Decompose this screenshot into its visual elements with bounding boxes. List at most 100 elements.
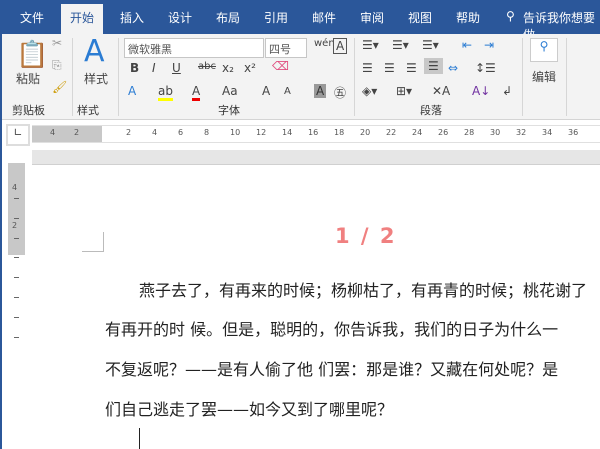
tab-help[interactable]: 帮助 [456,9,480,26]
paragraph-line[interactable]: 不复返呢？——是有人偷了他 们罢：那是谁？又藏在何处呢？是 [105,356,558,380]
enclose-characters-icon[interactable]: ㊄ [334,84,346,101]
tab-design[interactable]: 设计 [168,9,192,26]
tab-references[interactable]: 引用 [264,9,288,26]
borders-icon[interactable]: ⊞▾ [396,84,412,98]
styles-icon[interactable]: A [84,34,105,69]
paste-icon[interactable]: 📋 [16,40,48,70]
page-heading: 1 / 2 [335,224,397,248]
character-border-icon[interactable]: A [333,38,348,54]
paragraph-line[interactable]: 燕子去了，有再来的时候；杨柳枯了，有再青的时候；桃花谢了 [139,277,587,301]
grow-font-button[interactable]: A [262,84,270,98]
underline-button[interactable]: U [172,61,181,75]
page-gap [32,150,600,165]
tab-stop-selector[interactable]: ∟ [6,124,30,146]
character-shading-icon[interactable]: A [314,84,327,98]
divider [354,38,355,116]
phonetic-guide-icon[interactable]: wén [314,38,335,49]
clipboard-group-label: 剪贴板 [12,104,45,117]
font-group-label: 字体 [218,104,240,117]
ruler-tick: 36 [568,128,579,137]
multilevel-list-icon[interactable]: ☰▾ [422,38,439,52]
strikethrough-button[interactable]: abc [198,61,216,72]
paste-button[interactable]: 粘贴 [16,70,40,87]
format-painter-icon[interactable]: 🖌 [52,80,67,94]
increase-indent-icon[interactable]: ⇥ [484,38,494,52]
bold-button[interactable]: B [130,61,139,75]
tab-mailings[interactable]: 邮件 [312,9,336,26]
bullets-icon[interactable]: ☰▾ [362,38,379,52]
vertical-ruler[interactable]: 4 2 [8,163,25,449]
tab-review[interactable]: 审阅 [360,9,384,26]
ruler-tick: 16 [308,128,319,137]
horizontal-ruler[interactable]: 4 2 2 4 6 8 10 12 14 16 18 20 22 24 26 28 30 32 34 36 [32,125,600,143]
ruler-tick: 14 [282,128,293,137]
ruler-tick: 2 [74,128,80,137]
divider [522,38,523,116]
tab-view[interactable]: 视图 [408,9,432,26]
distributed-icon[interactable]: ⇔ [448,61,458,75]
editing-button[interactable]: 编辑 [532,68,556,85]
cut-icon[interactable]: ✂ [52,36,62,50]
tab-home[interactable]: 开始 [61,4,104,34]
text-effects-icon[interactable]: A [128,84,136,98]
paragraph-group-label: 段落 [420,104,442,117]
font-name-select[interactable]: 微软雅黑 [124,38,264,58]
styles-group-label: 样式 [77,104,99,117]
styles-button[interactable]: 样式 [84,70,108,87]
subscript-button[interactable]: x₂ [222,61,234,75]
text-cursor [139,428,140,449]
copy-icon[interactable]: ⎘ [52,58,62,73]
ruler-tick: 12 [256,128,267,137]
ruler-tick: 24 [412,128,423,137]
ruler-tick: 8 [204,128,210,137]
search-icon[interactable]: ⚲ [506,9,515,23]
divider [118,38,119,116]
ruler-tick: 30 [490,128,501,137]
ribbon-home: 📋 粘贴 ✂ ⎘ 🖌 剪贴板 A 样式 样式 微软雅黑 四号 wén A B I… [0,34,600,120]
ruler-tick: 20 [360,128,371,137]
ruler-left-margin [32,126,102,142]
window-border [0,34,2,449]
tab-file[interactable]: 文件 [20,9,44,26]
ruler-tick: 18 [334,128,345,137]
tab-layout[interactable]: 布局 [216,9,240,26]
superscript-button[interactable]: x² [244,61,256,75]
align-right-icon[interactable]: ☰ [406,61,417,75]
font-color-icon[interactable]: A [192,84,201,101]
divider [566,38,567,116]
line-spacing-icon[interactable]: ↕☰ [475,61,496,75]
ruler-tick: 4 [50,128,56,137]
ruler-tick: 34 [542,128,553,137]
clear-formatting-icon[interactable]: ⌫ [272,59,289,73]
decrease-indent-icon[interactable]: ⇤ [462,38,472,52]
paragraph-line[interactable]: 们自己逃走了罢——如今又到了哪里呢？ [105,396,393,420]
change-case-button[interactable]: Aa [222,84,238,98]
ruler-tick: 6 [178,128,184,137]
align-left-icon[interactable]: ☰ [362,61,373,75]
ruler-tick: 28 [464,128,475,137]
sort-icon[interactable]: A↓ [472,84,490,98]
highlight-icon[interactable]: ab [158,84,173,101]
ruler-tick: 4 [152,128,158,137]
shading-icon[interactable]: ◈▾ [362,84,377,98]
show-marks-icon[interactable]: ↲ [502,84,512,98]
tab-insert[interactable]: 插入 [120,9,144,26]
font-size-select[interactable]: 四号 [265,38,307,58]
divider [72,38,73,116]
ruler-tick: 4 [12,183,18,192]
find-icon[interactable]: ⚲ [530,38,558,62]
asian-layout-icon[interactable]: ✕A [432,84,450,98]
shrink-font-button[interactable]: A [284,86,291,97]
ruler-tick: 2 [12,221,18,230]
align-center-icon[interactable]: ☰ [384,61,395,75]
italic-button[interactable]: I [152,61,156,75]
ruler-tick: 32 [516,128,527,137]
numbering-icon[interactable]: ☰▾ [392,38,409,52]
ruler-tick: 26 [438,128,449,137]
ruler-tick: 10 [230,128,241,137]
ribbon-tabs: 文件 开始 插入 设计 布局 引用 邮件 审阅 视图 帮助 ⚲ 告诉我你想要做 [0,0,600,42]
justify-icon[interactable]: ☰ [424,58,443,74]
paragraph-line[interactable]: 有再开的时 候。但是，聪明的，你告诉我，我们的日子为什么一 [105,316,558,340]
ruler-tick: 22 [386,128,397,137]
ruler-tick: 2 [126,128,132,137]
